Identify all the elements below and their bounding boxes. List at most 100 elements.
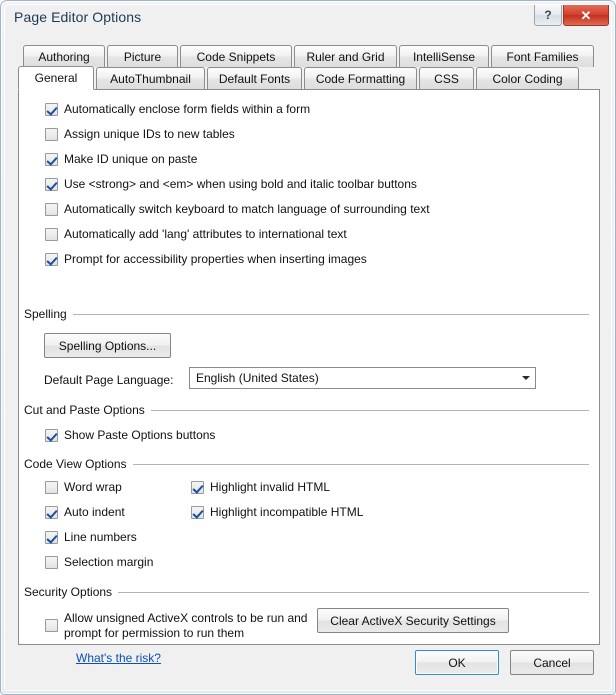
- general-settings-content: Automatically enclose form fields within…: [19, 90, 599, 665]
- tab-default-fonts[interactable]: Default Fonts: [207, 67, 302, 89]
- checkbox-label: Assign unique IDs to new tables: [64, 127, 235, 141]
- question-mark-icon: ?: [544, 8, 552, 22]
- group-spelling-divider: [72, 313, 589, 315]
- default-page-language-select[interactable]: English (United States): [189, 367, 536, 389]
- close-button[interactable]: ✕: [563, 5, 609, 26]
- checkbox-label: Use <strong> and <em> when using bold an…: [64, 177, 417, 191]
- tab-code-formatting[interactable]: Code Formatting: [304, 67, 417, 89]
- clear-activex-security-button[interactable]: Clear ActiveX Security Settings: [317, 608, 509, 633]
- checkbox-box[interactable]: [45, 429, 58, 442]
- tab-label: Authoring: [38, 49, 90, 64]
- checkbox-code-view-option[interactable]: Line numbers: [45, 530, 137, 545]
- checkbox-allow-unsigned-activex[interactable]: Allow unsigned ActiveX controls to be ru…: [45, 611, 314, 641]
- group-spelling-label: Spelling: [24, 307, 67, 321]
- checkbox-box[interactable]: [45, 481, 58, 494]
- checkbox-general-option[interactable]: Automatically add 'lang' attributes to i…: [45, 227, 347, 242]
- group-code-view: Code View Options: [24, 457, 589, 471]
- spelling-options-button-label: Spelling Options...: [58, 338, 157, 353]
- checkbox-show-paste-options[interactable]: Show Paste Options buttons: [45, 428, 215, 443]
- checkbox-label: Selection margin: [64, 555, 154, 569]
- checkbox-box[interactable]: [45, 506, 58, 519]
- tab-label: Code Formatting: [315, 71, 406, 86]
- checkbox-label: Prompt for accessibility properties when…: [64, 252, 367, 266]
- group-cut-and-paste-divider: [150, 409, 589, 411]
- tab-authoring[interactable]: Authoring: [23, 45, 105, 67]
- tab-panel-general: Automatically enclose form fields within…: [18, 89, 600, 665]
- checkbox-general-option[interactable]: Automatically enclose form fields within…: [45, 102, 310, 117]
- checkbox-label: Highlight invalid HTML: [210, 480, 331, 494]
- checkbox-label: Automatically add 'lang' attributes to i…: [64, 227, 347, 241]
- checkbox-box[interactable]: [45, 228, 58, 241]
- tab-intellisense[interactable]: IntelliSense: [399, 45, 489, 67]
- cancel-button-label: Cancel: [533, 655, 571, 670]
- tab-row-upper: Authoring Picture Code Snippets Ruler and G…: [23, 45, 600, 67]
- tab-label: Ruler and Grid: [306, 49, 385, 64]
- help-button[interactable]: ?: [534, 5, 562, 26]
- checkbox-label: Word wrap: [64, 480, 122, 494]
- tab-color-coding[interactable]: Color Coding: [476, 67, 579, 89]
- tab-font-families[interactable]: Font Families: [491, 45, 594, 67]
- page-title: Page Editor Options: [14, 9, 142, 25]
- checkbox-box[interactable]: [45, 203, 58, 216]
- tab-label: Color Coding: [492, 71, 563, 86]
- checkbox-box[interactable]: [45, 128, 58, 141]
- tab-ruler-and-grid[interactable]: Ruler and Grid: [294, 45, 397, 67]
- checkbox-label: Automatically enclose form fields within…: [64, 102, 311, 116]
- tab-label: Default Fonts: [218, 71, 291, 86]
- checkbox-label: Allow unsigned ActiveX controls to be ru…: [64, 611, 308, 640]
- dialog-window: Page Editor Options ? ✕ Authoring Picture…: [0, 0, 616, 695]
- cancel-button[interactable]: Cancel: [510, 650, 594, 675]
- checkbox-code-view-option[interactable]: Auto indent: [45, 505, 125, 520]
- close-icon: ✕: [580, 7, 592, 23]
- default-page-language-value: English (United States): [196, 371, 319, 385]
- ok-button[interactable]: OK: [415, 650, 499, 675]
- group-code-view-divider: [132, 463, 589, 465]
- checkbox-general-option[interactable]: Prompt for accessibility properties when…: [45, 252, 367, 267]
- checkbox-box[interactable]: [191, 481, 204, 494]
- checkbox-box[interactable]: [45, 556, 58, 569]
- tab-code-snippets[interactable]: Code Snippets: [180, 45, 292, 67]
- checkbox-general-option[interactable]: Automatically switch keyboard to match l…: [45, 202, 430, 217]
- tab-label: General: [34, 71, 78, 85]
- tab-general[interactable]: General: [18, 66, 94, 90]
- checkbox-box[interactable]: [45, 531, 58, 544]
- clear-activex-security-button-label: Clear ActiveX Security Settings: [330, 613, 496, 628]
- checkbox-label: Automatically switch keyboard to match l…: [64, 202, 430, 216]
- tab-label: Font Families: [506, 49, 579, 64]
- chevron-down-icon: [517, 376, 535, 380]
- tab-control: Authoring Picture Code Snippets Ruler and G…: [18, 45, 600, 665]
- checkbox-box[interactable]: [191, 506, 204, 519]
- group-spelling: Spelling: [24, 307, 589, 321]
- group-cut-and-paste: Cut and Paste Options: [24, 403, 589, 417]
- checkbox-box[interactable]: [45, 153, 58, 166]
- checkbox-box[interactable]: [45, 619, 58, 632]
- checkbox-label: Auto indent: [64, 505, 125, 519]
- group-security: Security Options: [24, 585, 589, 599]
- title-bar: Page Editor Options ? ✕: [5, 5, 611, 35]
- spelling-options-button[interactable]: Spelling Options...: [44, 333, 171, 358]
- checkbox-box[interactable]: [45, 178, 58, 191]
- checkbox-general-option[interactable]: Use <strong> and <em> when using bold an…: [45, 177, 417, 192]
- tab-picture[interactable]: Picture: [107, 45, 178, 67]
- caption-buttons: ? ✕: [534, 5, 609, 26]
- checkbox-box[interactable]: [45, 103, 58, 116]
- checkbox-box[interactable]: [45, 253, 58, 266]
- tab-css[interactable]: CSS: [419, 67, 474, 89]
- tab-autothumbnail[interactable]: AutoThumbnail: [96, 67, 205, 89]
- whats-the-risk-link[interactable]: What's the risk?: [76, 651, 161, 665]
- default-page-language-label: Default Page Language:: [44, 373, 174, 387]
- checkbox-code-view-option[interactable]: Selection margin: [45, 555, 153, 570]
- checkbox-code-view-option[interactable]: Highlight invalid HTML: [191, 480, 330, 495]
- checkbox-general-option[interactable]: Assign unique IDs to new tables: [45, 127, 235, 142]
- tab-label: Code Snippets: [196, 49, 276, 64]
- tab-label: CSS: [434, 71, 459, 86]
- dialog-window-inner: Page Editor Options ? ✕ Authoring Picture…: [4, 4, 612, 691]
- tab-row-lower: General AutoThumbnail Default Fonts Code Fo…: [18, 66, 600, 90]
- checkbox-code-view-option[interactable]: Word wrap: [45, 480, 122, 495]
- checkbox-label: Line numbers: [64, 530, 137, 544]
- group-security-label: Security Options: [24, 585, 113, 599]
- checkbox-label: Make ID unique on paste: [64, 152, 198, 166]
- tab-label: IntelliSense: [412, 49, 476, 64]
- checkbox-general-option[interactable]: Make ID unique on paste: [45, 152, 197, 167]
- checkbox-code-view-option[interactable]: Highlight incompatible HTML: [191, 505, 363, 520]
